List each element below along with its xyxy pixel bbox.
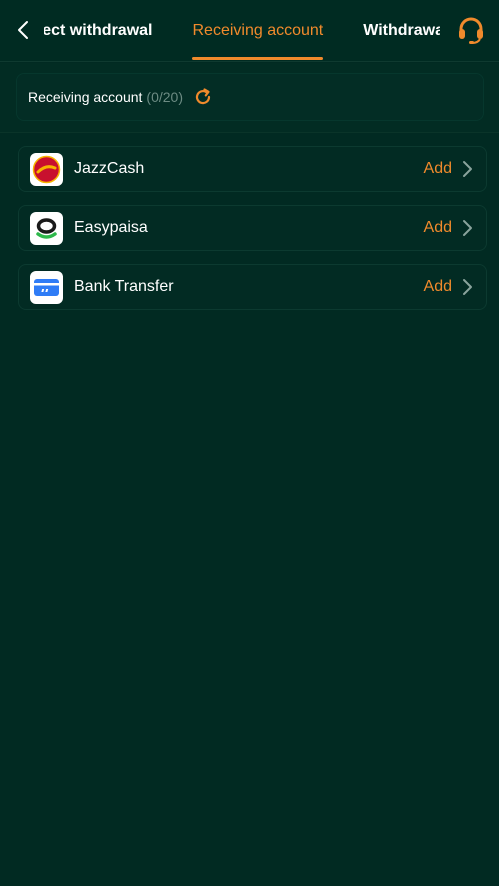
add-link[interactable]: Add <box>424 160 452 178</box>
header: Direct withdrawal Receiving account With… <box>0 0 499 62</box>
bank-card-icon <box>30 270 63 304</box>
back-button[interactable] <box>6 12 40 48</box>
add-link[interactable]: Add <box>424 219 452 237</box>
tab-bar: Direct withdrawal Receiving account With… <box>44 0 440 62</box>
add-link[interactable]: Add <box>424 278 452 296</box>
summary-section: Receiving account (0/20) <box>0 63 499 133</box>
chevron-left-icon <box>18 21 28 39</box>
easypaisa-logo <box>30 211 63 245</box>
account-item-easypaisa[interactable]: Easypaisa Add <box>18 205 487 251</box>
headset-icon <box>459 17 483 44</box>
jazzcash-logo <box>30 152 63 186</box>
account-item-label: Easypaisa <box>74 219 148 236</box>
account-type-list: JazzCash Add Easypaisa Add Bank Transfer… <box>18 146 487 323</box>
receiving-account-summary: Receiving account (0/20) <box>16 73 484 121</box>
app-root: Direct withdrawal Receiving account With… <box>0 0 499 886</box>
tab-direct-withdrawal[interactable]: Direct withdrawal <box>44 0 172 62</box>
refresh-button[interactable] <box>193 87 213 107</box>
account-item-jazzcash[interactable]: JazzCash Add <box>18 146 487 192</box>
chevron-right-icon <box>460 159 474 179</box>
chevron-right-icon <box>460 277 474 297</box>
account-item-bank-transfer[interactable]: Bank Transfer Add <box>18 264 487 310</box>
tab-receiving-account[interactable]: Receiving account <box>172 0 343 62</box>
account-item-label: Bank Transfer <box>74 278 174 295</box>
tab-withdrawal-records[interactable]: Withdrawal Records <box>343 0 440 62</box>
tab-track: Direct withdrawal Receiving account With… <box>44 0 440 62</box>
summary-label: Receiving account <box>28 89 143 105</box>
account-item-label: JazzCash <box>74 160 145 177</box>
account-count: (0/20) <box>146 89 183 105</box>
refresh-icon <box>195 88 211 105</box>
chevron-right-icon <box>460 218 474 238</box>
customer-service-button[interactable] <box>453 12 489 48</box>
